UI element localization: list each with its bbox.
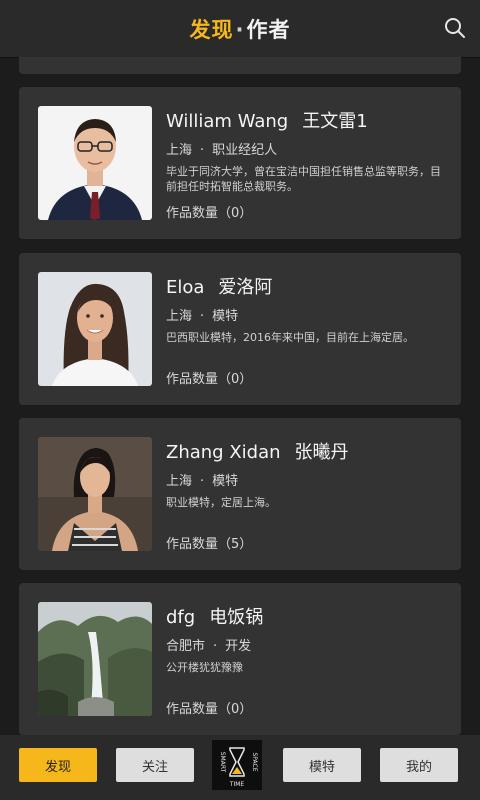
app-logo[interactable]: SMART SPACE TIME xyxy=(212,740,262,790)
author-role: 职业经纪人 xyxy=(212,143,278,158)
hourglass-logo-icon: SMART SPACE TIME xyxy=(212,740,262,790)
nav-follow-button[interactable]: 关注 xyxy=(116,748,194,782)
nav-model-button[interactable]: 模特 xyxy=(283,748,361,782)
page-title: 发现·作者 xyxy=(190,14,291,44)
author-name-cn: 王文雷1 xyxy=(302,111,368,132)
author-works-count: 作品数量（0） xyxy=(166,206,253,221)
meta-separator: · xyxy=(213,639,218,654)
author-card[interactable]: Zhang Xidan 张曦丹 上海 · 模特 职业模特，定居上海。 作品数量（5） xyxy=(19,418,461,570)
author-photo xyxy=(38,272,152,386)
author-role: 模特 xyxy=(212,474,239,489)
author-name-cn: 爱洛阿 xyxy=(218,277,273,298)
author-photo xyxy=(38,437,152,551)
author-name-en: Eloa xyxy=(166,277,205,298)
author-name-cn: 电饭锅 xyxy=(209,607,264,628)
author-list[interactable]: William Wang 王文雷1 上海 · 职业经纪人 毕业于同济大学，曾在宝洁中国… xyxy=(0,57,480,735)
author-city: 合肥市 xyxy=(166,639,206,654)
author-name: Eloa 爱洛阿 xyxy=(166,273,272,299)
author-works-count: 作品数量（5） xyxy=(166,537,253,552)
author-card[interactable]: Eloa 爱洛阿 上海 · 模特 巴西职业模特，2016年来中国，目前在上海定居。 作… xyxy=(19,253,461,405)
meta-separator: · xyxy=(200,474,205,489)
author-description: 巴西职业模特，2016年来中国，目前在上海定居。 xyxy=(166,331,414,344)
author-meta: 上海 · 职业经纪人 xyxy=(166,139,277,158)
title-rest: 作者 xyxy=(246,17,291,42)
author-name: Zhang Xidan 张曦丹 xyxy=(166,438,349,464)
author-description: 毕业于同济大学，曾在宝洁中国担任销售总监等职务，目前担任时拓智能总裁职务。 xyxy=(166,165,441,193)
top-bar: 发现·作者 xyxy=(0,0,480,57)
title-dot: · xyxy=(235,17,245,42)
search-button[interactable] xyxy=(444,17,466,39)
author-name-en: Zhang Xidan xyxy=(166,442,281,463)
meta-separator: · xyxy=(200,143,205,158)
author-photo xyxy=(38,602,152,716)
author-city: 上海 xyxy=(166,474,193,489)
author-city: 上海 xyxy=(166,143,193,158)
author-city: 上海 xyxy=(166,309,193,324)
nav-mine-button[interactable]: 我的 xyxy=(380,748,458,782)
author-photo xyxy=(38,106,152,220)
title-accent: 发现 xyxy=(189,17,234,42)
author-meta: 上海 · 模特 xyxy=(166,470,238,489)
bottom-nav: 发现 关注 SMART SPACE TIME 模特 我的 xyxy=(0,735,480,800)
author-description: 职业模特，定居上海。 xyxy=(166,496,276,509)
author-name-cn: 张曦丹 xyxy=(294,442,349,463)
author-name-en: William Wang xyxy=(166,111,289,132)
author-role: 开发 xyxy=(225,639,252,654)
author-card-partial[interactable] xyxy=(19,57,461,74)
logo-text-left: SMART xyxy=(219,752,226,773)
nav-discover-button[interactable]: 发现 xyxy=(19,748,97,782)
author-description: 公开楼犹犹豫豫 xyxy=(166,661,243,674)
search-icon xyxy=(445,18,465,38)
author-works-count: 作品数量（0） xyxy=(166,702,253,717)
author-meta: 合肥市 · 开发 xyxy=(166,635,251,654)
author-card[interactable]: dfg 电饭锅 合肥市 · 开发 公开楼犹犹豫豫 作品数量（0） xyxy=(19,583,461,735)
meta-separator: · xyxy=(200,309,205,324)
author-name: William Wang 王文雷1 xyxy=(166,107,368,133)
author-meta: 上海 · 模特 xyxy=(166,305,238,324)
logo-text-bottom: TIME xyxy=(229,781,245,788)
author-card[interactable]: William Wang 王文雷1 上海 · 职业经纪人 毕业于同济大学，曾在宝洁中国… xyxy=(19,87,461,239)
author-works-count: 作品数量（0） xyxy=(166,372,253,387)
author-name-en: dfg xyxy=(166,607,196,628)
logo-text-right: SPACE xyxy=(251,752,258,771)
author-role: 模特 xyxy=(212,309,239,324)
author-name: dfg 电饭锅 xyxy=(166,603,263,629)
